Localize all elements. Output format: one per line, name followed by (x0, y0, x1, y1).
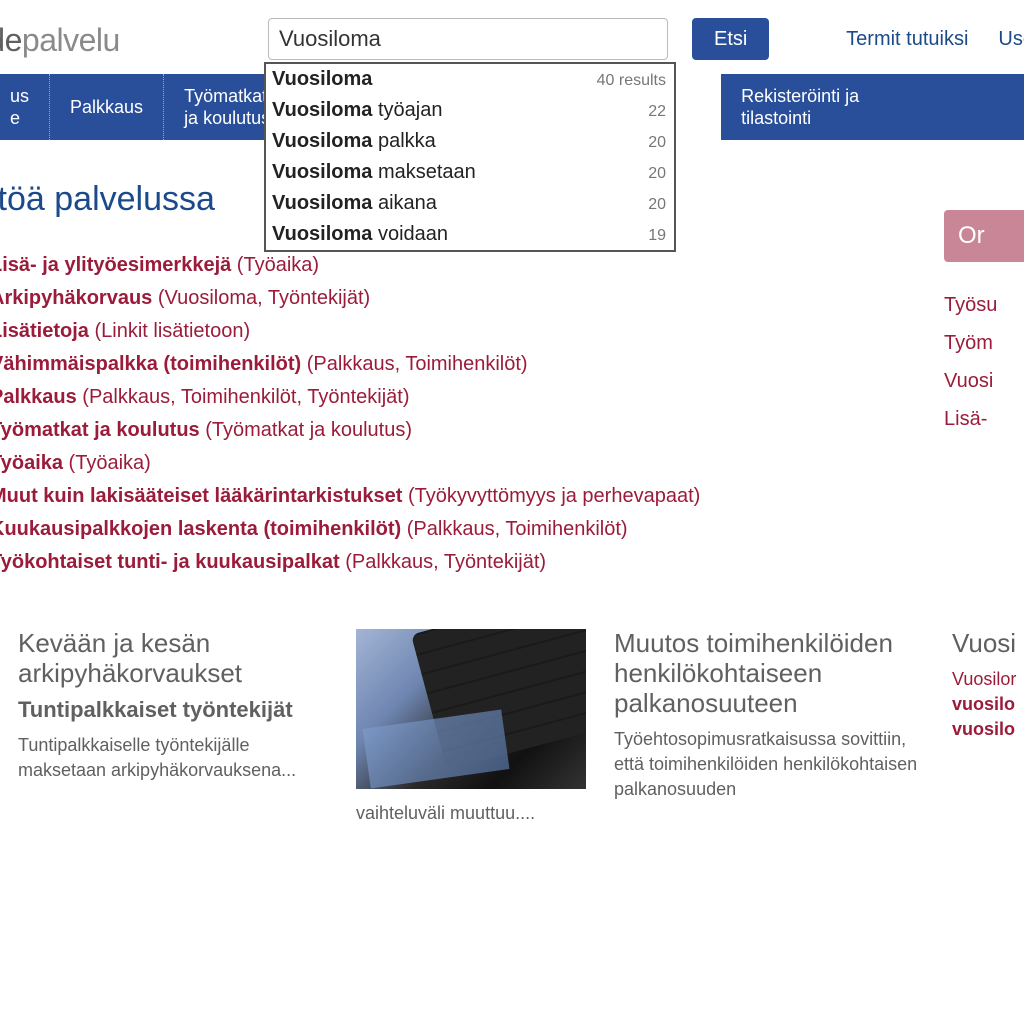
list-item[interactable]: Vähimmäispalkka (toimihenkilöt) (Palkkau… (0, 348, 1024, 381)
article-3: Vuosi Vuosilor vuosilo vuosilo (952, 629, 1024, 824)
sidebar-link[interactable]: Vuosi (944, 362, 1024, 400)
autocomplete-item[interactable]: Vuosiloma40 results (266, 64, 674, 95)
list-item[interactable]: Lisä- ja ylityöesimerkkejä (Työaika) (0, 249, 1024, 282)
article-body: Työehtosopimusratkaisussa sovittiin, ett… (614, 727, 924, 803)
article-1: Kevään ja kesän arkipyhäkorvaukset Tunti… (18, 629, 328, 824)
article-2: Muutos toimihenkilöiden henkilökohtaisee… (614, 629, 924, 824)
sidebar-link[interactable]: Työsu (944, 286, 1024, 324)
sidebar: Or Työsu Työm Vuosi Lisä- (944, 210, 1024, 438)
sidebar-links: Työsu Työm Vuosi Lisä- (944, 286, 1024, 438)
autocomplete-item[interactable]: Vuosiloma palkka20 (266, 126, 674, 157)
autocomplete-item[interactable]: Vuosiloma aikana20 (266, 188, 674, 219)
autocomplete-dropdown: Vuosiloma40 results Vuosiloma työajan22 … (264, 62, 676, 252)
content-list: Lisä- ja ylityöesimerkkejä (Työaika) Ark… (0, 249, 1024, 579)
list-item[interactable]: Työaika (Työaika) (0, 447, 1024, 480)
image-caption: vaihteluväli muuttuu.... (356, 803, 586, 824)
article-title: Vuosi (952, 629, 1024, 659)
sidebar-link[interactable]: Lisä- (944, 400, 1024, 438)
nav-item-1[interactable]: use (0, 74, 50, 140)
list-item[interactable]: Työmatkat ja koulutus (Työmatkat ja koul… (0, 414, 1024, 447)
search-button[interactable]: Etsi (692, 18, 769, 60)
sidebar-link[interactable]: Työm (944, 324, 1024, 362)
list-item[interactable]: Kuukausipalkkojen laskenta (toimihenkilö… (0, 513, 1024, 546)
sidebar-pink-button[interactable]: Or (944, 210, 1024, 262)
logo: hdepalvelu (0, 22, 120, 59)
article-title: Muutos toimihenkilöiden henkilökohtaisee… (614, 629, 924, 719)
search-wrap: Etsi (268, 18, 769, 60)
header: hdepalvelu Etsi Termit tutuiksi Use Vuos… (0, 0, 1024, 70)
nav-item-rekisterointi[interactable]: Rekisteröinti jatilastointi (721, 74, 1024, 140)
autocomplete-item[interactable]: Vuosiloma voidaan19 (266, 219, 674, 250)
autocomplete-item[interactable]: Vuosiloma maksetaan20 (266, 157, 674, 188)
autocomplete-item[interactable]: Vuosiloma työajan22 (266, 95, 674, 126)
article-title: Kevään ja kesän arkipyhäkorvaukset (18, 629, 328, 689)
calculator-image (356, 629, 586, 789)
logo-light: palvelu (22, 22, 120, 58)
article-subtitle: Tuntipalkkaiset työntekijät (18, 697, 328, 723)
list-item[interactable]: Arkipyhäkorvaus (Vuosiloma, Työntekijät) (0, 282, 1024, 315)
link-termit[interactable]: Termit tutuiksi (846, 28, 968, 51)
articles-row: Kevään ja kesän arkipyhäkorvaukset Tunti… (18, 629, 1024, 824)
article-image-col: vaihteluväli muuttuu.... (356, 629, 586, 824)
top-links: Termit tutuiksi Use (846, 28, 1024, 51)
search-input[interactable] (268, 18, 668, 60)
link-use[interactable]: Use (998, 28, 1024, 51)
logo-bold: hde (0, 22, 22, 58)
article-body: Vuosilor vuosilo vuosilo (952, 667, 1024, 743)
list-item[interactable]: Lisätietoja (Linkit lisätietoon) (0, 315, 1024, 348)
list-item[interactable]: Muut kuin lakisääteiset lääkärintarkistu… (0, 480, 1024, 513)
list-item[interactable]: Työkohtaiset tunti- ja kuukausipalkat (P… (0, 546, 1024, 579)
article-body: Tuntipalkkaiselle työntekijälle maksetaa… (18, 733, 328, 783)
list-item[interactable]: Palkkaus (Palkkaus, Toimihenkilöt, Työnt… (0, 381, 1024, 414)
nav-item-palkkaus[interactable]: Palkkaus (50, 74, 164, 140)
